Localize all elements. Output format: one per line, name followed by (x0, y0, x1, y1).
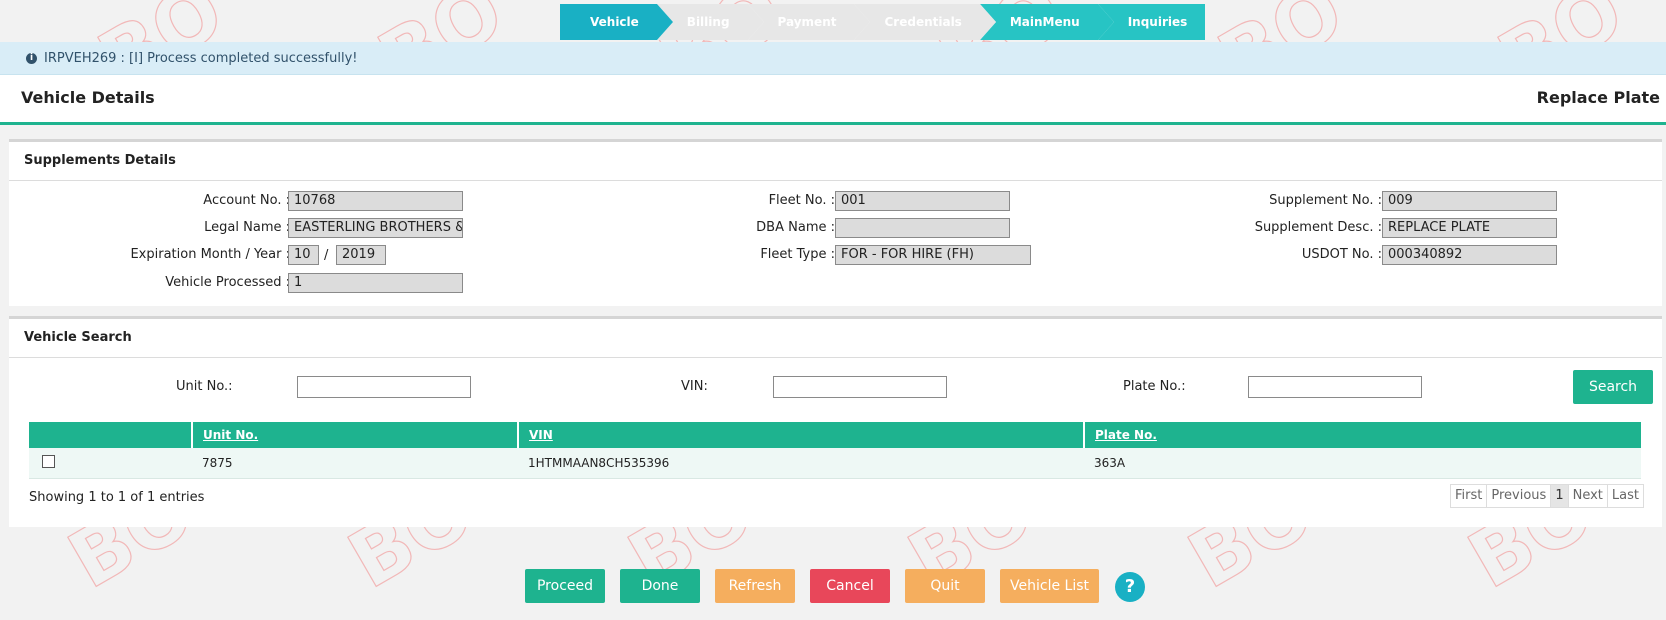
table-row[interactable]: 7875 1HTMMAAN8CH535396 363A (29, 448, 1641, 479)
supplement-no-field: 009 (1382, 191, 1557, 211)
expiration-month-field: 10 (288, 245, 319, 265)
transaction-type: Replace Plate (1536, 88, 1660, 107)
cancel-button[interactable]: Cancel (810, 569, 890, 603)
select-cell (29, 448, 192, 479)
alert-message: IRPVEH269 : [I] Process completed succes… (44, 50, 358, 66)
account-no-field: 10768 (288, 191, 463, 211)
vin-column-header[interactable]: VIN (518, 422, 1085, 448)
usdot-no-field: 000340892 (1382, 245, 1557, 265)
step-credentials: Credentials (854, 4, 997, 40)
dba-name-field (835, 218, 1010, 238)
vehicle-search-panel: Vehicle Search Unit No.: VIN: Plate No.:… (9, 316, 1662, 527)
select-column-header (29, 422, 193, 448)
step-inquiries[interactable]: Inquiries (1097, 4, 1206, 40)
success-alert: i IRPVEH269 : [I] Process completed succ… (0, 42, 1666, 75)
pagination: First Previous 1 Next Last (1450, 484, 1644, 508)
info-icon: i (26, 52, 37, 64)
quit-button[interactable]: Quit (905, 569, 985, 603)
plate-no-label: Plate No.: (1123, 379, 1186, 394)
table-header-row: Unit No. VIN Plate No. (29, 422, 1641, 448)
legal-name-field: EASTERLING BROTHERS & S (288, 218, 463, 238)
proceed-button[interactable]: Proceed (525, 569, 605, 603)
expiration-label: Expiration Month / Year : (130, 247, 290, 262)
entries-info: Showing 1 to 1 of 1 entries (29, 490, 205, 505)
vehicle-search-heading: Vehicle Search (9, 319, 1662, 358)
page-title: Vehicle Details (21, 88, 155, 107)
legal-name-label: Legal Name : (204, 220, 290, 235)
row-checkbox[interactable] (42, 455, 55, 468)
usdot-no-label: USDOT No. : (1301, 247, 1382, 262)
pager-current-page[interactable]: 1 (1551, 485, 1569, 507)
vehicle-list-button[interactable]: Vehicle List (1000, 569, 1099, 603)
fleet-no-label: Fleet No. : (768, 193, 835, 208)
vehicle-processed-field: 1 (288, 273, 463, 293)
vin-label: VIN: (681, 379, 708, 394)
pager-last[interactable]: Last (1608, 485, 1643, 507)
vehicle-processed-label: Vehicle Processed : (165, 275, 290, 290)
plate-no-cell: 363A (1084, 448, 1641, 479)
plate-no-input[interactable] (1248, 376, 1422, 398)
vin-cell: 1HTMMAAN8CH535396 (518, 448, 1084, 479)
supplements-heading: Supplements Details (9, 142, 1662, 181)
dba-name-label: DBA Name : (756, 220, 835, 235)
search-button[interactable]: Search (1573, 370, 1653, 404)
pager-first[interactable]: First (1451, 485, 1488, 507)
step-payment: Payment (747, 4, 871, 40)
done-button[interactable]: Done (620, 569, 700, 603)
pager-next[interactable]: Next (1569, 485, 1608, 507)
vehicle-table: Unit No. VIN Plate No. 7875 1HTMMAAN8CH5… (29, 422, 1641, 479)
unit-no-cell: 7875 (192, 448, 518, 479)
supplement-no-label: Supplement No. : (1269, 193, 1382, 208)
wizard-steps: Vehicle Billing Payment Credentials Main… (560, 4, 1206, 40)
fleet-type-field: FOR - FOR HIRE (FH) (835, 245, 1031, 265)
fleet-no-field: 001 (835, 191, 1010, 211)
pager-previous[interactable]: Previous (1487, 485, 1552, 507)
vin-input[interactable] (773, 376, 947, 398)
supplements-panel: Supplements Details Account No. : 10768 … (9, 139, 1662, 306)
unit-no-label: Unit No.: (176, 379, 233, 394)
plate-no-column-header[interactable]: Plate No. (1084, 422, 1641, 448)
supplement-desc-field: REPLACE PLATE (1382, 218, 1557, 238)
unit-no-input[interactable] (297, 376, 471, 398)
refresh-button[interactable]: Refresh (715, 569, 795, 603)
step-vehicle[interactable]: Vehicle (560, 4, 673, 40)
fleet-type-label: Fleet Type : (760, 247, 835, 262)
expiration-year-field: 2019 (336, 245, 386, 265)
unit-no-column-header[interactable]: Unit No. (192, 422, 519, 448)
account-no-label: Account No. : (203, 193, 290, 208)
step-mainmenu[interactable]: MainMenu (979, 4, 1114, 40)
help-icon[interactable]: ? (1115, 572, 1145, 602)
supplement-desc-label: Supplement Desc. : (1254, 220, 1382, 235)
page-header: Vehicle Details Replace Plate (0, 75, 1666, 125)
expiration-separator: / (324, 248, 329, 263)
